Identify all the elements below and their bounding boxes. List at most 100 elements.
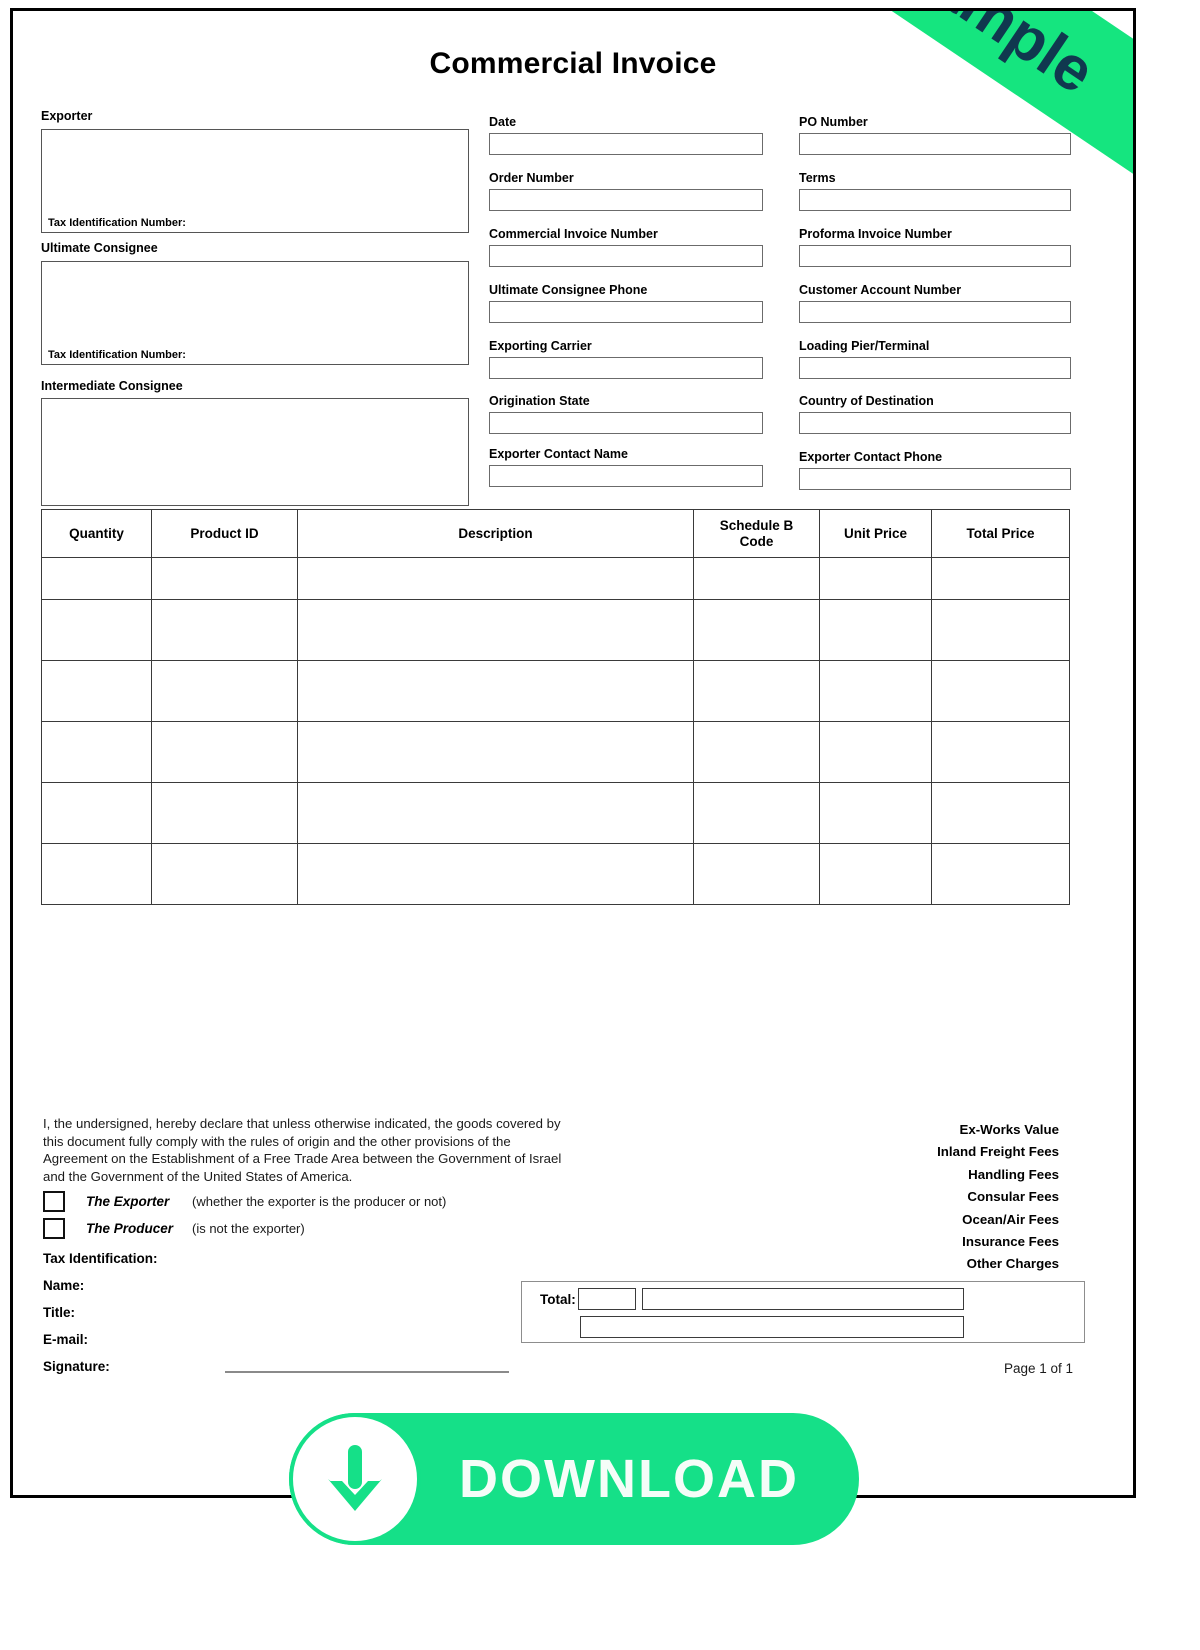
field-input[interactable] — [489, 465, 763, 487]
table-cell[interactable] — [819, 843, 932, 905]
field-label: PO Number — [799, 115, 868, 129]
total-amount-words-input[interactable] — [580, 1316, 964, 1338]
fee-handling: Handling Fees — [968, 1166, 1059, 1182]
field-input[interactable] — [799, 468, 1071, 490]
line-items-table: Quantity Product ID Description Schedule… — [41, 509, 1070, 905]
field-input[interactable] — [489, 301, 763, 323]
field-input[interactable] — [799, 189, 1071, 211]
fee-ex-works-value: Ex-Works Value — [959, 1122, 1059, 1137]
field-customer-account-number: Customer Account Number — [799, 283, 1071, 323]
table-row — [41, 599, 1070, 661]
fee-consular: Consular Fees — [967, 1189, 1059, 1205]
field-input[interactable] — [799, 301, 1071, 323]
exporter-field[interactable]: Tax Identification Number: — [41, 129, 469, 233]
label-title: Title: — [43, 1305, 76, 1321]
field-label: Proforma Invoice Number — [799, 227, 952, 241]
table-cell[interactable] — [297, 599, 694, 661]
field-label: Customer Account Number — [799, 283, 962, 297]
field-input[interactable] — [489, 245, 763, 267]
table-cell[interactable] — [41, 721, 152, 783]
invoice-page: Commercial Invoice Example Exporter Tax … — [10, 8, 1136, 1498]
checkbox-the-producer[interactable] — [43, 1218, 65, 1240]
table-cell[interactable] — [41, 843, 152, 905]
table-cell[interactable] — [41, 599, 152, 661]
ultimate-consignee-field[interactable]: Tax Identification Number: — [41, 261, 469, 365]
checkbox-note-the-exporter: (whether the exporter is the producer or… — [192, 1194, 447, 1210]
signature-line[interactable] — [225, 1371, 509, 1373]
column-header-quantity: Quantity — [41, 509, 152, 558]
field-input[interactable] — [489, 357, 763, 379]
declaration-option-exporter[interactable]: The Exporter (whether the exporter is th… — [43, 1191, 563, 1213]
field-order-number: Order Number — [489, 171, 763, 211]
intermediate-consignee-field[interactable] — [41, 398, 469, 506]
table-cell[interactable] — [297, 557, 694, 600]
total-label: Total: — [540, 1292, 576, 1307]
table-cell[interactable] — [693, 782, 820, 844]
table-header-row: Quantity Product ID Description Schedule… — [41, 509, 1070, 558]
table-cell[interactable] — [931, 843, 1070, 905]
field-input[interactable] — [799, 133, 1071, 155]
column-header-schedule-b-code: Schedule B Code — [693, 509, 820, 558]
label-tax-identification: Tax Identification: — [43, 1251, 158, 1267]
field-label: Country of Destination — [799, 394, 934, 408]
table-row — [41, 782, 1070, 844]
table-cell[interactable] — [693, 721, 820, 783]
field-label: Exporter Contact Phone — [799, 450, 943, 464]
table-cell[interactable] — [41, 782, 152, 844]
table-cell[interactable] — [693, 557, 820, 600]
table-cell[interactable] — [931, 660, 1070, 722]
table-cell[interactable] — [693, 660, 820, 722]
fee-inland-freight: Inland Freight Fees — [937, 1144, 1059, 1160]
download-arrow-icon — [289, 1413, 421, 1545]
field-exporter-contact-name: Exporter Contact Name — [489, 447, 763, 487]
total-currency-input[interactable] — [578, 1288, 636, 1310]
field-proforma-invoice-number: Proforma Invoice Number — [799, 227, 1071, 267]
field-loading-pier-terminal: Loading Pier/Terminal — [799, 339, 1071, 379]
field-input[interactable] — [489, 412, 763, 434]
table-cell[interactable] — [931, 782, 1070, 844]
declaration-option-producer[interactable]: The Producer (is not the exporter) — [43, 1218, 563, 1240]
table-cell[interactable] — [819, 782, 932, 844]
download-button[interactable]: DOWNLOAD — [289, 1413, 859, 1545]
field-label: Terms — [799, 171, 836, 185]
table-row — [41, 557, 1070, 600]
table-cell[interactable] — [297, 660, 694, 722]
table-cell[interactable] — [819, 557, 932, 600]
table-cell[interactable] — [297, 843, 694, 905]
field-country-of-destination: Country of Destination — [799, 394, 1071, 434]
column-header-unit-price: Unit Price — [819, 509, 932, 558]
table-cell[interactable] — [151, 843, 298, 905]
table-cell[interactable] — [297, 721, 694, 783]
table-cell[interactable] — [819, 599, 932, 661]
field-input[interactable] — [799, 357, 1071, 379]
table-cell[interactable] — [931, 557, 1070, 600]
field-exporting-carrier: Exporting Carrier — [489, 339, 763, 379]
field-input[interactable] — [489, 133, 763, 155]
table-cell[interactable] — [931, 599, 1070, 661]
field-input[interactable] — [799, 245, 1071, 267]
table-cell[interactable] — [151, 721, 298, 783]
field-ultimate-consignee-phone: Ultimate Consignee Phone — [489, 283, 763, 323]
table-cell[interactable] — [693, 599, 820, 661]
table-cell[interactable] — [693, 843, 820, 905]
table-cell[interactable] — [41, 557, 152, 600]
field-input[interactable] — [489, 189, 763, 211]
checkbox-the-exporter[interactable] — [43, 1191, 65, 1213]
field-label: Exporting Carrier — [489, 339, 592, 353]
field-po-number: PO Number — [799, 115, 1071, 155]
exporter-label: Exporter — [41, 109, 93, 123]
table-cell[interactable] — [819, 660, 932, 722]
fee-ocean-air: Ocean/Air Fees — [962, 1211, 1059, 1227]
table-cell[interactable] — [931, 721, 1070, 783]
table-row — [41, 843, 1070, 905]
table-cell[interactable] — [151, 557, 298, 600]
table-cell[interactable] — [151, 599, 298, 661]
download-button-label: DOWNLOAD — [459, 1449, 799, 1509]
field-input[interactable] — [799, 412, 1071, 434]
table-cell[interactable] — [297, 782, 694, 844]
total-amount-input[interactable] — [642, 1288, 964, 1310]
table-cell[interactable] — [151, 660, 298, 722]
table-cell[interactable] — [151, 782, 298, 844]
table-cell[interactable] — [819, 721, 932, 783]
table-cell[interactable] — [41, 660, 152, 722]
